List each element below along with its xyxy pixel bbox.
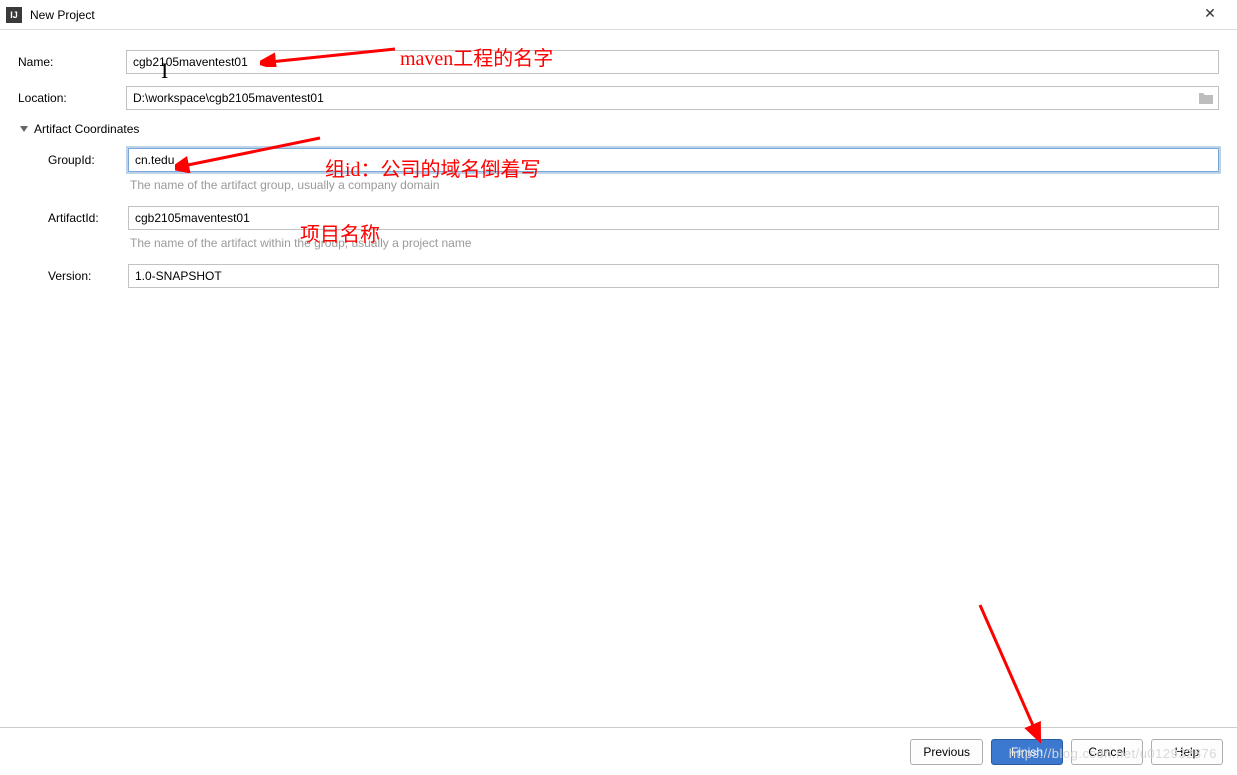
app-icon: IJ [6,7,22,23]
row-version: Version: [48,264,1219,288]
row-location: Location: [18,86,1219,110]
row-name: Name: [18,50,1219,74]
folder-icon[interactable] [1198,91,1214,105]
label-name: Name: [18,55,126,69]
help-button[interactable]: Help [1151,739,1223,765]
label-location: Location: [18,91,126,105]
hint-groupid: The name of the artifact group, usually … [130,178,1219,192]
groupid-input[interactable] [128,148,1219,172]
hint-artifactid: The name of the artifact within the grou… [130,236,1219,250]
row-groupid: GroupId: [48,148,1219,172]
label-groupid: GroupId: [48,153,128,167]
artifact-section-label: Artifact Coordinates [34,122,139,136]
dialog-content: Name: Location: Artifact Coordinates Gro… [0,30,1237,288]
row-artifactid: ArtifactId: [48,206,1219,230]
chevron-down-icon [20,126,28,132]
previous-button[interactable]: Previous [910,739,983,765]
cancel-button[interactable]: Cancel [1071,739,1143,765]
artifact-fields: GroupId: The name of the artifact group,… [18,148,1219,288]
label-version: Version: [48,269,128,283]
location-input[interactable] [126,86,1219,110]
artifactid-input[interactable] [128,206,1219,230]
name-input[interactable] [126,50,1219,74]
artifact-section-header[interactable]: Artifact Coordinates [20,122,1219,136]
version-input[interactable] [128,264,1219,288]
finish-button[interactable]: Finish [991,739,1063,765]
dialog-footer: Previous Finish Cancel Help [0,727,1237,775]
close-icon[interactable]: ✕ [1195,5,1225,22]
window-title: New Project [30,8,95,22]
label-artifactid: ArtifactId: [48,211,128,225]
titlebar: IJ New Project ✕ [0,0,1237,30]
